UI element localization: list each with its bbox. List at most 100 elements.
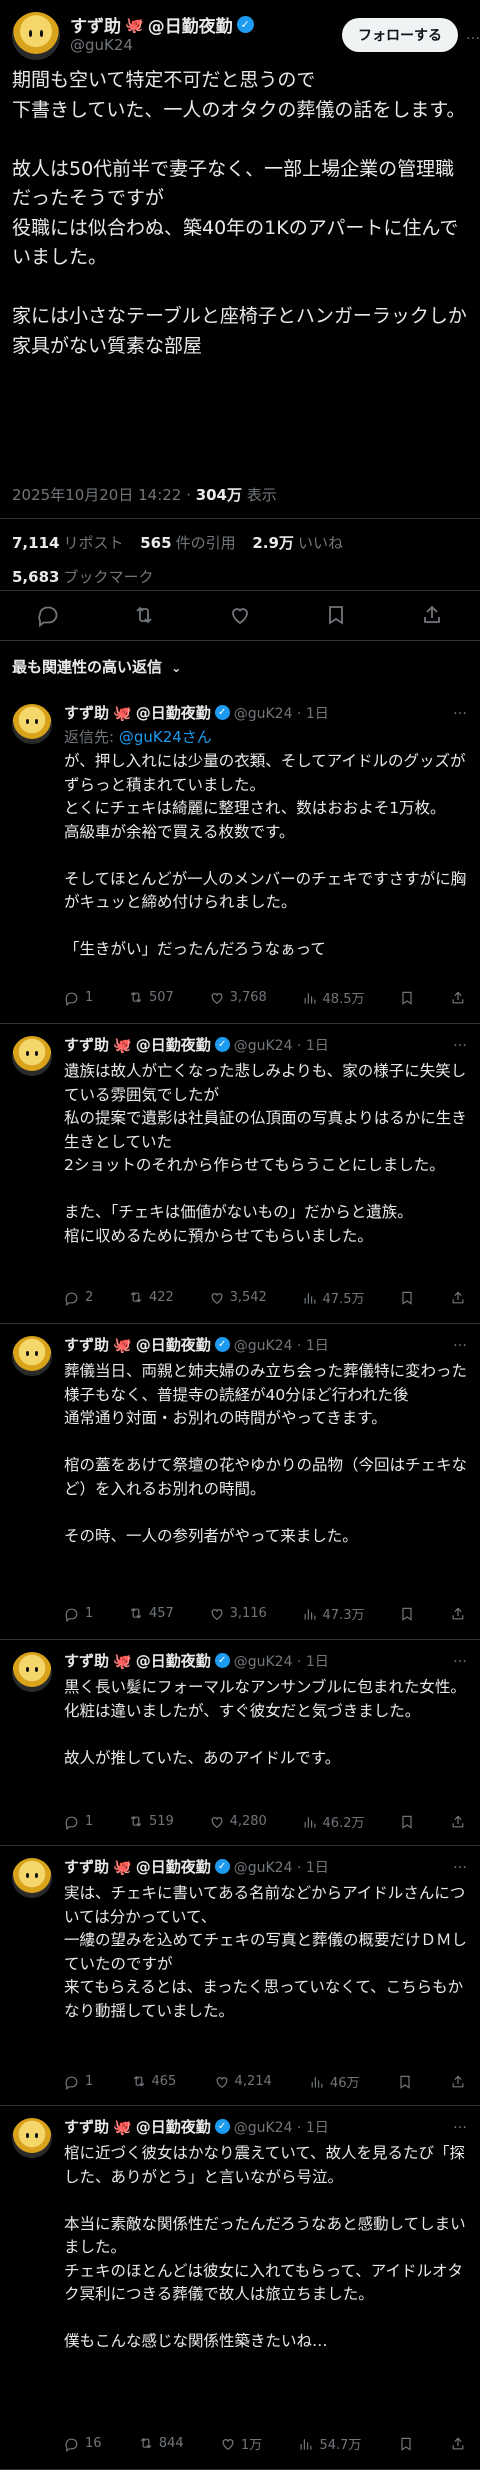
repost-button[interactable]: 844	[138, 2436, 184, 2452]
like-button[interactable]: 1万	[220, 2434, 262, 2453]
reply-author-name[interactable]: すず助	[64, 1650, 109, 1671]
share-button[interactable]	[450, 2436, 466, 2452]
reply-author-name[interactable]: すず助	[64, 1334, 109, 1355]
reply-button[interactable]: 16	[64, 2436, 102, 2452]
like-button[interactable]: 4,280	[209, 1814, 267, 1830]
reply-text: 実は、チェキに書いてある名前などからアイドルさんについては分かっていて、 一縷の…	[64, 1884, 468, 2020]
reply-author-suffix[interactable]: @日勤夜勤	[136, 702, 211, 723]
reply-icon[interactable]	[36, 603, 60, 627]
reply-author-suffix[interactable]: @日勤夜勤	[136, 1650, 211, 1671]
reply-button[interactable]: 1	[64, 1814, 93, 1830]
more-icon[interactable]: …	[453, 702, 468, 718]
reply-button[interactable]: 2	[64, 1290, 93, 1306]
share-button[interactable]	[450, 1606, 466, 1622]
author-name-row[interactable]: すず助 🐙 @日勤夜勤 ✓	[70, 12, 254, 37]
reply-author-suffix[interactable]: @日勤夜勤	[136, 1034, 211, 1055]
reply-avatar[interactable]	[12, 704, 52, 744]
share-button[interactable]	[450, 1290, 466, 1306]
bookmark-icon[interactable]	[324, 603, 348, 627]
views-button[interactable]: 48.5万	[302, 988, 364, 1007]
more-icon[interactable]: …	[453, 1334, 468, 1350]
follow-button[interactable]: フォローする	[342, 18, 458, 52]
reply-tweet[interactable]: すず助 🐙 @日勤夜勤 ✓ @guK24 · 1日 … 黒く長い髪にフォーマルな…	[0, 1640, 480, 1846]
reply-avatar[interactable]	[12, 1652, 52, 1692]
reply-author-suffix[interactable]: @日勤夜勤	[136, 2116, 211, 2137]
more-icon[interactable]: …	[453, 1856, 468, 1872]
share-button[interactable]	[450, 990, 466, 1006]
views-button[interactable]: 46万	[309, 2072, 360, 2091]
reply-count: 1	[85, 1814, 94, 1829]
reply-tweet[interactable]: すず助 🐙 @日勤夜勤 ✓ @guK24 · 1日 … 棺に近づく彼女はかなり震…	[0, 2106, 480, 2470]
more-icon[interactable]: …	[466, 18, 480, 52]
reply-tweet[interactable]: すず助 🐙 @日勤夜勤 ✓ @guK24 · 1日 … 遺族は故人が亡くなった悲…	[0, 1024, 480, 1324]
like-button[interactable]: 3,768	[209, 990, 267, 1006]
bookmark-button[interactable]	[399, 990, 415, 1006]
reply-author-suffix[interactable]: @日勤夜勤	[136, 1334, 211, 1355]
views-button[interactable]: 54.7万	[298, 2434, 361, 2453]
reply-tweet[interactable]: すず助 🐙 @日勤夜勤 ✓ @guK24 · 1日 … 葬儀当日、両親と姉夫婦の…	[0, 1324, 480, 1640]
bookmark-button[interactable]	[399, 1606, 415, 1622]
reply-author-name[interactable]: すず助	[64, 2116, 109, 2137]
reply-handle-time[interactable]: @guK24 · 1日	[234, 1335, 329, 1355]
reply-avatar[interactable]	[12, 1036, 52, 1076]
reply-author-suffix[interactable]: @日勤夜勤	[136, 1856, 211, 1877]
reply-handle-time[interactable]: @guK24 · 1日	[234, 1651, 329, 1671]
reply-sort-dropdown[interactable]: 最も関連性の高い返信 ⌄	[12, 656, 181, 677]
like-button[interactable]: 4,214	[214, 2074, 272, 2090]
repost-button[interactable]: 422	[128, 1290, 174, 1306]
author-name-suffix[interactable]: @日勤夜勤	[148, 12, 233, 37]
views-button[interactable]: 46.2万	[302, 1812, 364, 1831]
share-icon[interactable]	[420, 603, 444, 627]
repost-icon[interactable]	[132, 603, 156, 627]
reply-action-bar: 1 457 3,116 47.3万	[64, 1604, 466, 1623]
like-icon[interactable]	[228, 603, 252, 627]
author-avatar[interactable]	[12, 12, 60, 60]
post-date[interactable]: 2025年10月20日 14:22	[12, 486, 181, 504]
reply-author-name[interactable]: すず助	[64, 1856, 109, 1877]
repost-button[interactable]: 519	[128, 1814, 174, 1830]
reply-text: が、押し入れには少量の衣類、そしてアイドルのグッズがずらっと積まれていました。 …	[64, 752, 467, 958]
reply-avatar[interactable]	[12, 2118, 52, 2158]
author-name[interactable]: すず助	[70, 12, 121, 37]
repost-count: 465	[151, 2074, 177, 2089]
more-icon[interactable]: …	[453, 1650, 468, 1666]
like-button[interactable]: 3,116	[209, 1606, 267, 1622]
reply-button[interactable]: 1	[64, 990, 93, 1006]
reply-handle-time[interactable]: @guK24 · 1日	[234, 1857, 329, 1877]
like-icon	[222, 2438, 234, 2450]
repost-button[interactable]: 507	[128, 990, 174, 1006]
reply-author-name[interactable]: すず助	[64, 1034, 109, 1055]
likes-stat[interactable]: 2.9万 いいね	[252, 534, 343, 552]
reply-to-handle[interactable]: @guK24さん	[119, 728, 212, 746]
bookmarks-stat[interactable]: 5,683 ブックマーク	[12, 566, 153, 587]
share-button[interactable]	[450, 2074, 466, 2090]
bookmark-button[interactable]	[399, 1290, 415, 1306]
reply-tweet[interactable]: すず助 🐙 @日勤夜勤 ✓ @guK24 · 1日 … 実は、チェキに書いてある…	[0, 1846, 480, 2106]
bookmark-button[interactable]	[397, 2074, 413, 2090]
author-handle[interactable]: @guK24	[70, 36, 133, 54]
quotes-stat[interactable]: 565 件の引用	[140, 534, 235, 552]
reply-avatar[interactable]	[12, 1336, 52, 1376]
views-button[interactable]: 47.5万	[302, 1288, 364, 1307]
bookmark-button[interactable]	[399, 1814, 415, 1830]
reply-to-prefix: 返信先:	[64, 728, 119, 746]
reply-author-name[interactable]: すず助	[64, 702, 109, 723]
bookmark-button[interactable]	[398, 2436, 414, 2452]
reply-tweet[interactable]: すず助 🐙 @日勤夜勤 ✓ @guK24 · 1日 … 返信先: @guK24さ…	[0, 692, 480, 1024]
reply-handle-time[interactable]: @guK24 · 1日	[234, 1035, 329, 1055]
repost-button[interactable]: 465	[131, 2074, 177, 2090]
reposts-stat[interactable]: 7,114 リポスト	[12, 534, 123, 552]
reply-handle-time[interactable]: @guK24 · 1日	[234, 2117, 329, 2137]
share-icon	[452, 1291, 464, 1303]
more-icon[interactable]: …	[453, 1034, 468, 1050]
repost-button[interactable]: 457	[128, 1606, 174, 1622]
repost-icon	[130, 1815, 142, 1826]
reply-handle-time[interactable]: @guK24 · 1日	[234, 703, 329, 723]
reply-button[interactable]: 1	[64, 1606, 93, 1622]
more-icon[interactable]: …	[453, 2116, 468, 2132]
reply-button[interactable]: 1	[64, 2074, 93, 2090]
views-button[interactable]: 47.3万	[302, 1604, 364, 1623]
reply-avatar[interactable]	[12, 1858, 52, 1898]
like-button[interactable]: 3,542	[209, 1290, 267, 1306]
share-button[interactable]	[450, 1814, 466, 1830]
